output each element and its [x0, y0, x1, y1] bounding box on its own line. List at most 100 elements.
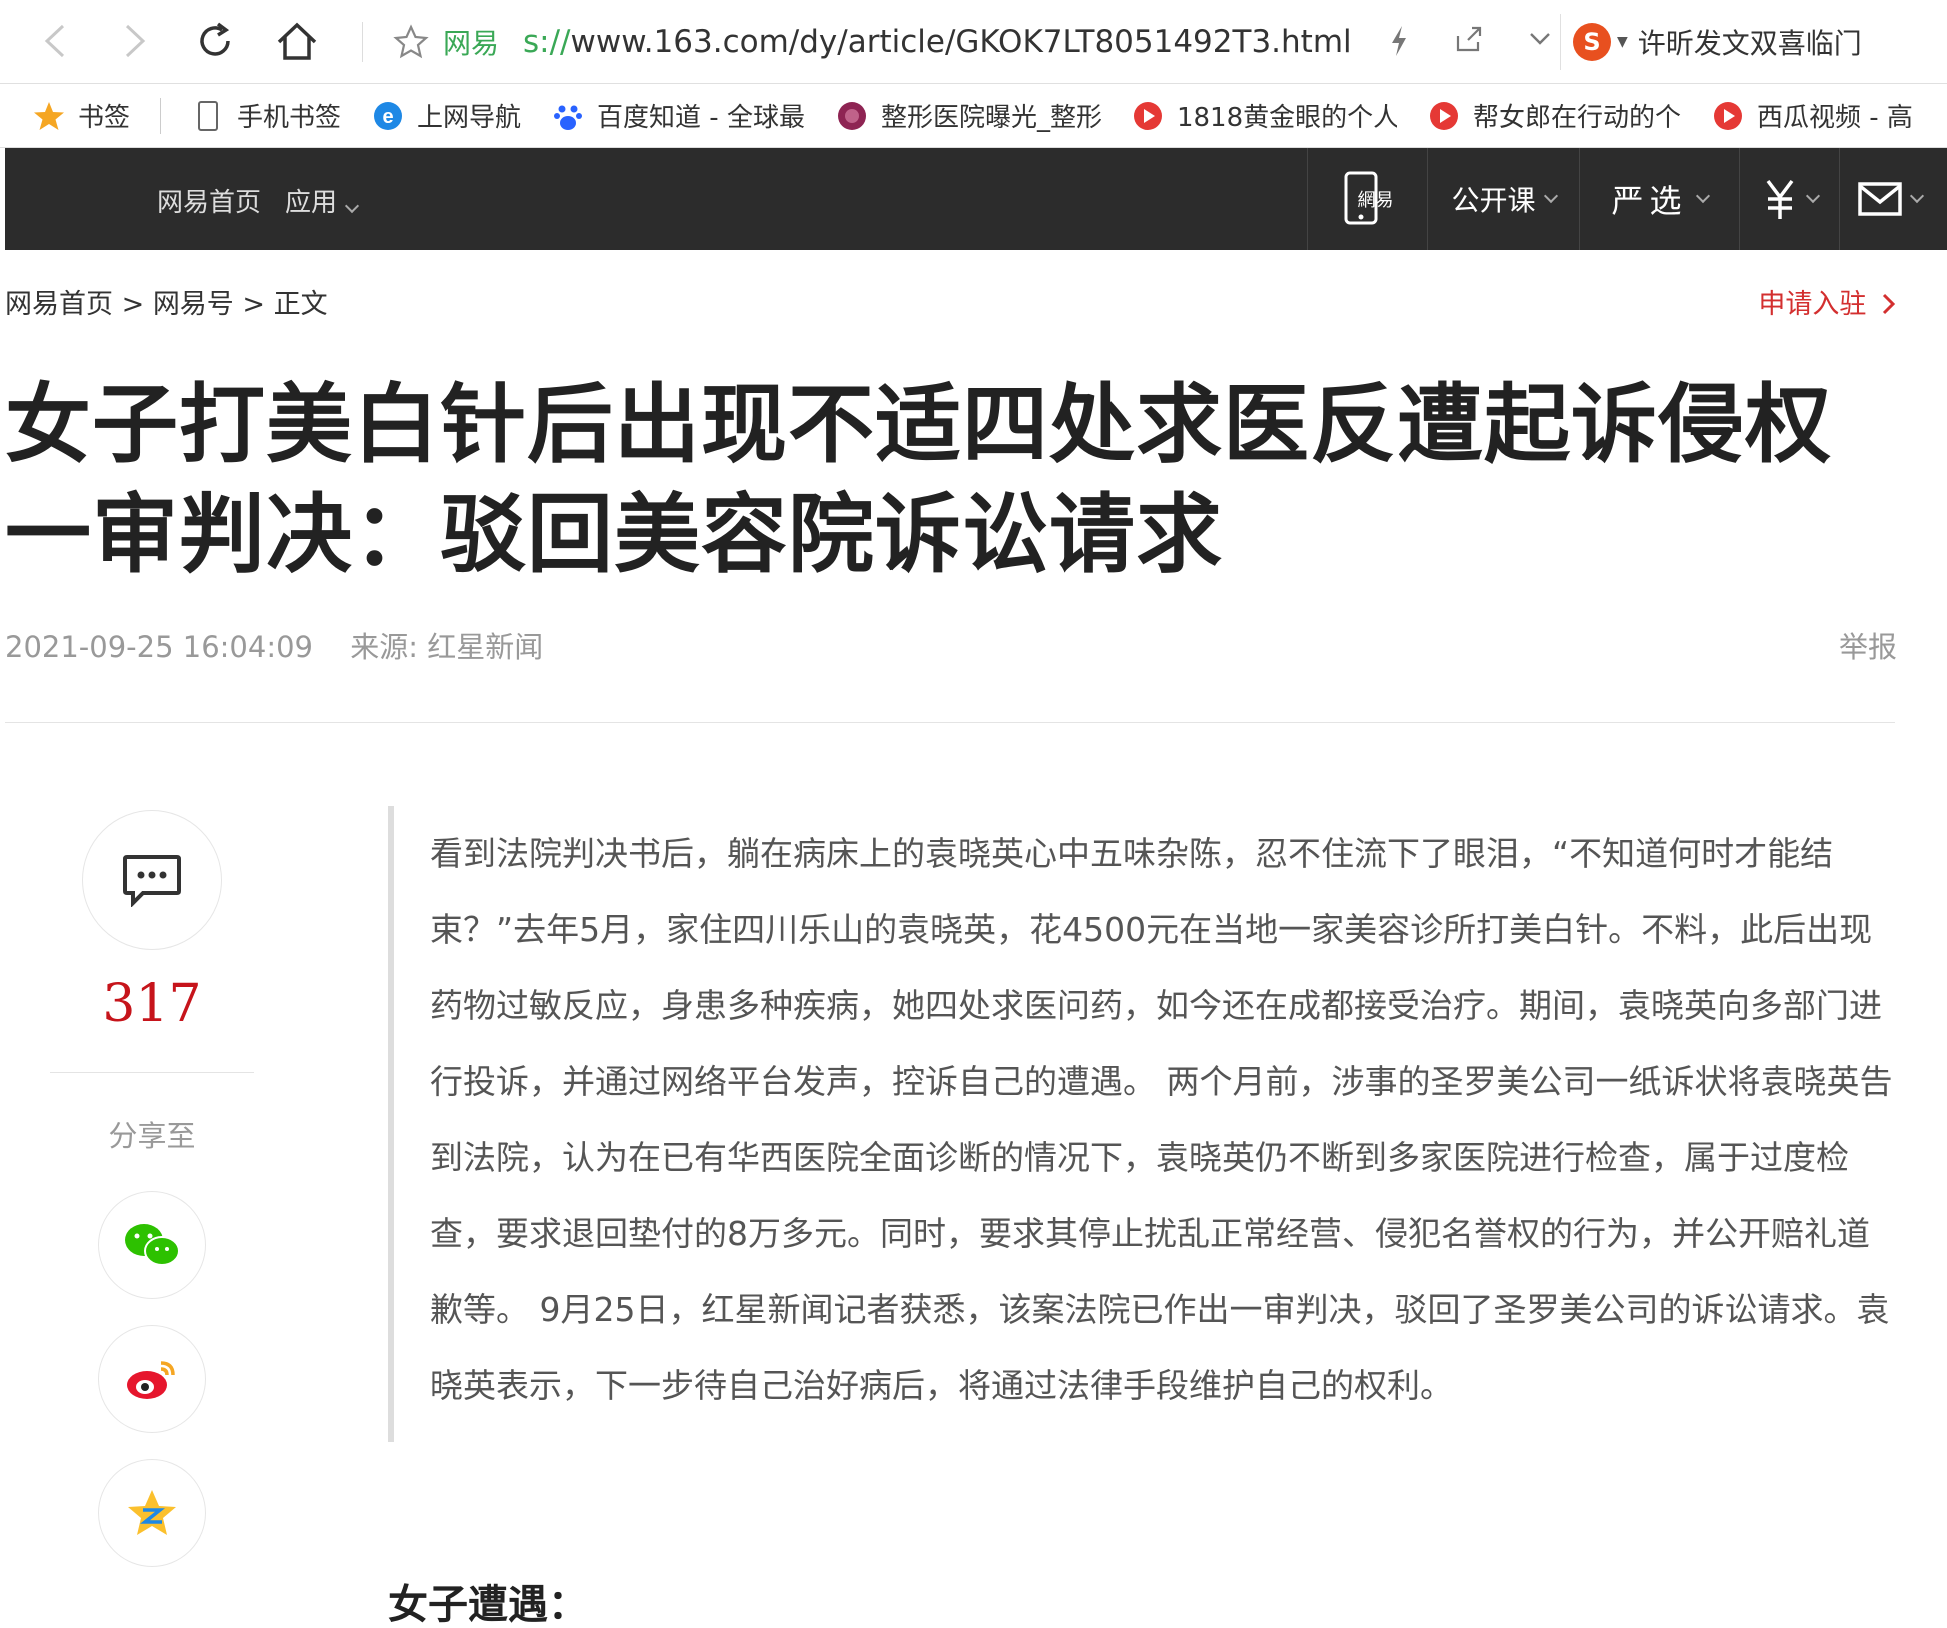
sogou-logo-icon[interactable]: S: [1573, 23, 1611, 61]
wechat-icon: [125, 1224, 180, 1266]
chevron-right-icon: [1882, 293, 1896, 315]
site-nav-right: 網易 公开课 严选: [1307, 148, 1939, 250]
nav-apps-menu[interactable]: 应用: [285, 182, 360, 219]
share-wechat-button[interactable]: [98, 1191, 206, 1299]
home-icon: [277, 22, 317, 60]
article-title: 女子打美白针后出现不适四处求医反遭起诉侵权 一审判决：驳回美容院诉讼请求: [5, 370, 1885, 590]
bookmark-item-hospital[interactable]: 整形医院曝光_整形: [835, 97, 1101, 134]
nav-yanxuan[interactable]: 严选: [1579, 148, 1739, 250]
article-source: 来源: 红星新闻: [350, 630, 544, 664]
chevron-down-icon: [1909, 188, 1924, 204]
search-box[interactable]: S ▼ 许昕发文双喜临门: [1560, 14, 1947, 70]
bookmark-label: 百度知道 - 全球最: [597, 103, 805, 133]
play-icon: [1427, 99, 1461, 133]
yuan-icon: [1766, 179, 1793, 219]
share-weibo-button[interactable]: [98, 1325, 206, 1433]
bookmark-label: 手机书签: [237, 103, 342, 133]
title-line-2: 一审判决：驳回美容院诉讼请求: [5, 485, 1223, 585]
bookmark-label: 西瓜视频 - 高: [1756, 103, 1913, 133]
bookmark-item-1818[interactable]: 1818黄金眼的个人: [1131, 97, 1397, 134]
bookmark-item-bookmarks[interactable]: 书签: [32, 97, 130, 134]
title-line-1: 女子打美白针后出现不适四处求医反遭起诉侵权: [5, 375, 1832, 475]
nav-mail[interactable]: [1839, 148, 1939, 250]
site-nav-bar: 网易首页 应用 網易 公开课 严选: [5, 148, 1947, 250]
address-actions: [1388, 24, 1552, 58]
site-nav-left: 网易首页 应用: [157, 182, 360, 219]
comment-icon: [123, 855, 181, 907]
address-separator: [362, 22, 363, 62]
site-label: 网易: [443, 27, 500, 60]
nav-mobile-app[interactable]: 網易: [1307, 148, 1427, 250]
qzone-icon: [128, 1490, 176, 1535]
chevron-down-icon: [1543, 188, 1558, 204]
breadcrumb-current: 正文: [273, 289, 328, 320]
bookmark-label: 帮女郎在行动的个: [1472, 103, 1681, 133]
apply-join-link[interactable]: 申请入驻: [1758, 282, 1897, 321]
forward-button[interactable]: [110, 16, 160, 66]
chevron-down-icon: [1805, 188, 1820, 204]
bookmark-item-bangnvlang[interactable]: 帮女郎在行动的个: [1427, 97, 1681, 134]
reload-button[interactable]: [190, 16, 240, 66]
play-icon: [1131, 99, 1165, 133]
breadcrumb-home[interactable]: 网易首页: [5, 289, 113, 320]
apply-label: 申请入驻: [1758, 289, 1867, 320]
share-divider: [50, 1072, 254, 1073]
nav-open-course[interactable]: 公开课: [1427, 148, 1579, 250]
report-link[interactable]: 举报: [1839, 624, 1897, 666]
hospital-icon: [835, 99, 869, 133]
share-column: 317 分享至: [50, 810, 254, 1593]
breadcrumb-section[interactable]: 网易号: [153, 289, 234, 320]
bookmark-label: 1818黄金眼的个人: [1176, 103, 1397, 133]
engine-dropdown-icon[interactable]: ▼: [1617, 34, 1628, 50]
meta-divider: [5, 722, 1895, 723]
chevron-left-icon: [44, 24, 65, 58]
chevron-down-icon: [344, 198, 360, 214]
bookmark-item-baidu[interactable]: 百度知道 - 全球最: [551, 97, 805, 134]
ie-icon: e: [371, 99, 405, 133]
url-path: www.163.com/dy/article/GKOK7LT8051492T3.…: [570, 24, 1352, 60]
article-datetime: 2021-09-25 16:04:09: [5, 630, 313, 664]
baidu-icon: [551, 99, 585, 133]
yanxuan-label: 严选: [1611, 182, 1688, 220]
reload-icon: [200, 22, 230, 56]
weibo-icon: [127, 1361, 175, 1399]
nav-apps-label: 应用: [285, 188, 338, 218]
bookmarks-divider: [160, 97, 162, 134]
star-icon: [32, 99, 66, 133]
phone-icon: [191, 99, 225, 133]
share-page-icon[interactable]: [1454, 24, 1484, 54]
bookmark-star-icon[interactable]: [393, 24, 429, 60]
bookmark-item-mobile[interactable]: 手机书签: [191, 97, 341, 134]
comment-count[interactable]: 317: [50, 974, 254, 1034]
search-suggestion[interactable]: 许昕发文双喜临门: [1638, 22, 1862, 62]
browser-toolbar: 网易 s://www.163.com/dy/article/GKOK7LT805…: [0, 0, 1947, 84]
article-meta: 2021-09-25 16:04:09 来源: 红星新闻: [5, 624, 543, 666]
bookmark-item-xigua[interactable]: 西瓜视频 - 高: [1711, 97, 1913, 134]
address-bar[interactable]: 网易 s://www.163.com/dy/article/GKOK7LT805…: [362, 12, 1552, 72]
url-text[interactable]: s://www.163.com/dy/article/GKOK7LT805149…: [523, 24, 1352, 60]
bookmarks-bar: 书签 手机书签 e 上网导航 百度知道 - 全球最 整形医院曝光_整形 1818…: [0, 84, 1947, 148]
summary-text: 看到法院判决书后，躺在病床上的袁晓英心中五味杂陈，忍不住流下了眼泪，“不知道何时…: [430, 834, 1893, 1405]
share-label: 分享至: [108, 1119, 196, 1153]
mail-icon: [1857, 182, 1902, 216]
share-qzone-button[interactable]: [98, 1459, 206, 1567]
nav-payment[interactable]: [1739, 148, 1839, 250]
bookmark-label: 书签: [78, 103, 131, 133]
lightning-icon[interactable]: [1388, 24, 1410, 58]
breadcrumb-sep: >: [121, 289, 145, 320]
breadcrumb: 网易首页 > 网易号 > 正文: [5, 282, 328, 321]
chevron-right-icon: [125, 24, 146, 58]
chevron-down-icon: [1695, 188, 1710, 204]
url-protocol: s://: [523, 24, 571, 60]
nav-home-link[interactable]: 网易首页: [157, 182, 261, 219]
play-icon: [1711, 99, 1745, 133]
home-button[interactable]: [272, 16, 322, 66]
comment-button[interactable]: [82, 810, 222, 950]
bookmark-item-nav[interactable]: e 上网导航: [371, 97, 521, 134]
chevron-down-icon[interactable]: [1528, 24, 1552, 54]
back-button[interactable]: [30, 16, 80, 66]
mobile-app-label: 網易: [1357, 190, 1394, 211]
svg-text:e: e: [382, 106, 393, 128]
article-summary-quote: 看到法院判决书后，躺在病床上的袁晓英心中五味杂陈，忍不住流下了眼泪，“不知道何时…: [388, 806, 1898, 1442]
bookmark-label: 上网导航: [417, 103, 522, 133]
